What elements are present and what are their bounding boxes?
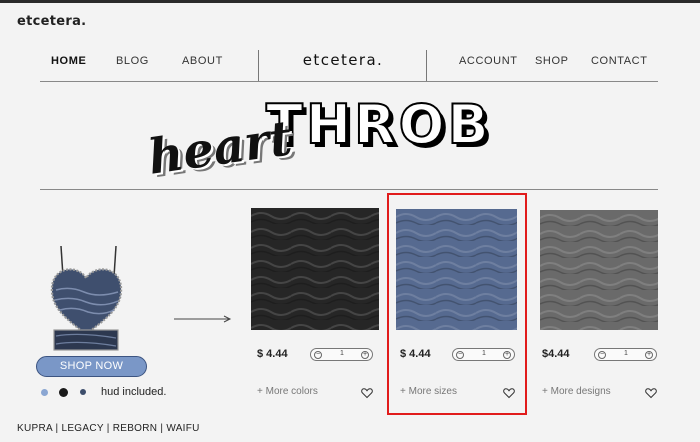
selection-highlight	[387, 193, 527, 415]
more-designs-link[interactable]: + More designs	[542, 386, 611, 397]
hud-included-text: hud included.	[101, 386, 167, 398]
nav-divider-left	[258, 50, 259, 82]
quantity-value[interactable]: 1	[619, 350, 633, 357]
nav-about[interactable]: ABOUT	[182, 55, 223, 67]
nav-account[interactable]: ACCOUNT	[459, 55, 518, 67]
nav-blog[interactable]: BLOG	[116, 55, 149, 67]
heart-top-image[interactable]	[40, 244, 132, 352]
more-colors-link[interactable]: + More colors	[257, 386, 318, 397]
product-swatch-grey[interactable]	[540, 210, 658, 330]
hero-title-throb: THROB	[265, 93, 492, 156]
minus-icon[interactable]: −	[598, 351, 606, 359]
nav-underline	[40, 81, 658, 82]
site-brand[interactable]: etcetera.	[17, 14, 86, 29]
nav-contact[interactable]: CONTACT	[591, 55, 648, 67]
quantity-value[interactable]: 1	[335, 350, 349, 357]
hero-divider	[40, 189, 658, 190]
color-dot-navy[interactable]	[80, 389, 86, 395]
product-price: $ 4.44	[257, 348, 288, 360]
plus-icon[interactable]: +	[361, 351, 369, 359]
nav-center-logo[interactable]: etcetera.	[300, 51, 386, 69]
nav-divider-right	[426, 50, 427, 82]
minus-icon[interactable]: −	[314, 351, 322, 359]
product-swatch-black[interactable]	[251, 208, 379, 330]
nav-shop[interactable]: SHOP	[535, 55, 569, 67]
top-border	[0, 0, 700, 3]
color-dot-black[interactable]	[59, 388, 68, 397]
product-price: $4.44	[542, 348, 570, 360]
quantity-stepper[interactable]: − 1 +	[594, 348, 657, 361]
shop-now-button[interactable]: SHOP NOW	[36, 356, 147, 377]
nav-home[interactable]: HOME	[51, 55, 86, 67]
heart-icon[interactable]	[361, 387, 373, 399]
heart-icon[interactable]	[645, 387, 657, 399]
footer-links[interactable]: KUPRA | LEGACY | REBORN | WAIFU	[17, 423, 200, 434]
hero-title-heart: heart	[144, 110, 296, 186]
plus-icon[interactable]: +	[645, 351, 653, 359]
arrow-right-icon	[174, 315, 232, 323]
quantity-stepper[interactable]: − 1 +	[310, 348, 373, 361]
color-dot-light-blue[interactable]	[41, 389, 48, 396]
